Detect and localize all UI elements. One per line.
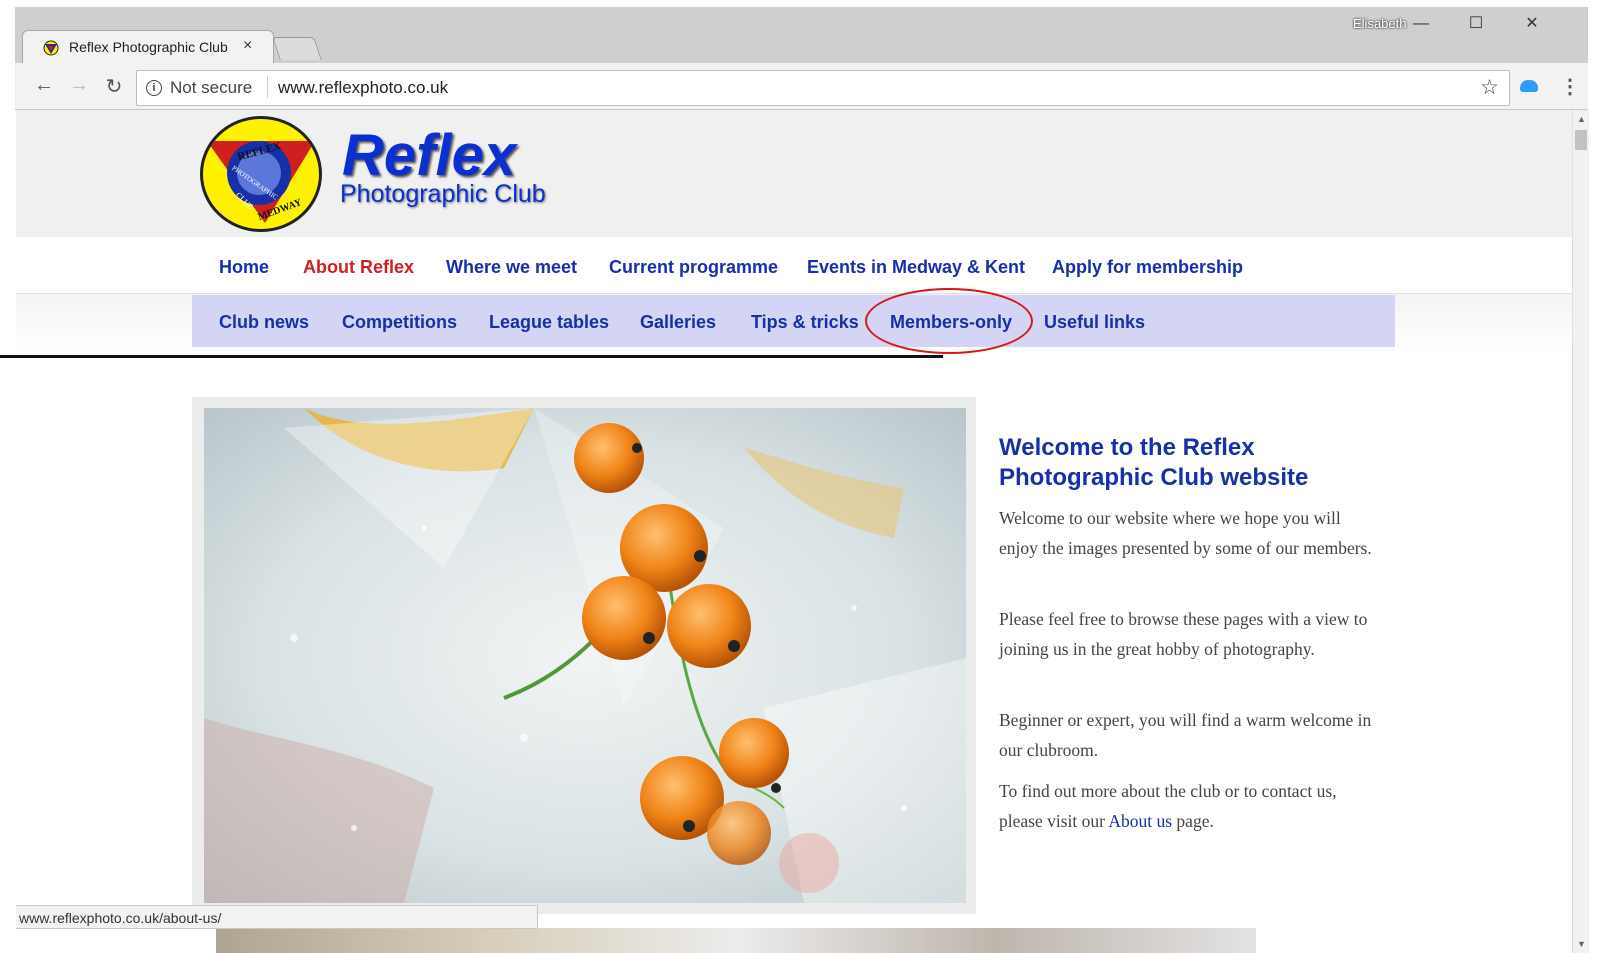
welcome-heading: Welcome to the Reflex Photographic Club … [999,434,1309,491]
tab-close-icon[interactable]: × [243,37,252,55]
nav-events[interactable]: Events in Medway & Kent [807,257,1025,278]
forward-arrow-icon[interactable]: → [67,74,91,97]
reload-icon[interactable]: ↻ [102,74,126,99]
hero-photo [204,408,966,903]
about-us-link[interactable]: About us [1108,811,1172,831]
scroll-down-arrow-icon[interactable]: ▼ [1577,939,1586,949]
annotation-underline [0,355,943,358]
profile-name[interactable]: Elisabeth [1353,16,1406,31]
status-bar-url: www.reflexphoto.co.uk/about-us/ [16,905,538,929]
url-text[interactable]: www.reflexphoto.co.uk [278,78,448,98]
welcome-paragraph-4: To find out more about the club or to co… [999,776,1379,836]
next-section-peek [216,928,1256,953]
nav-about-reflex[interactable]: About Reflex [303,257,414,278]
nav-apply-membership[interactable]: Apply for membership [1052,257,1243,278]
site-logo-title[interactable]: Reflex [342,122,516,189]
cloud-extension-icon[interactable] [1520,80,1538,92]
omnibox-divider [267,76,268,98]
new-tab-button[interactable] [272,37,322,60]
sub-navigation: Club news Competitions League tables Gal… [192,295,1395,347]
nav-home[interactable]: Home [219,257,269,278]
subnav-galleries[interactable]: Galleries [640,312,716,333]
info-icon[interactable]: i [146,80,162,96]
main-navigation: Home About Reflex Where we meet Current … [16,237,1572,294]
welcome-paragraph-3: Beginner or expert, you will find a warm… [999,710,1372,760]
site-logo-subtitle[interactable]: Photographic Club [340,180,546,209]
contact-text-after: page. [1172,811,1214,831]
minimize-icon[interactable]: — [1406,12,1436,36]
page-scrollbar[interactable]: ▲ ▼ [1572,110,1589,953]
subnav-competitions[interactable]: Competitions [342,312,457,333]
site-header: REFLEX PHOTOGRAPHIC CLUB MEDWAY Reflex P… [16,110,1572,237]
members-only-highlight-annotation [865,288,1033,354]
close-window-icon[interactable]: ✕ [1517,12,1547,36]
welcome-paragraph-1: Welcome to our website where we hope you… [999,508,1372,558]
tab-title: Reflex Photographic Club [69,39,228,55]
subnav-useful-links[interactable]: Useful links [1044,312,1145,333]
subnav-tips-tricks[interactable]: Tips & tricks [751,312,859,333]
nav-where-we-meet[interactable]: Where we meet [446,257,577,278]
welcome-paragraph-2: Please feel free to browse these pages w… [999,609,1368,659]
club-logo[interactable]: REFLEX PHOTOGRAPHIC CLUB MEDWAY [200,116,322,232]
scroll-up-arrow-icon[interactable]: ▲ [1577,114,1586,124]
subnav-club-news[interactable]: Club news [219,312,309,333]
address-bar[interactable]: i Not secure www.reflexphoto.co.uk ☆ [136,70,1510,106]
maximize-icon[interactable]: ☐ [1461,12,1491,36]
reflex-favicon-icon [43,40,59,56]
bookmark-star-icon[interactable]: ☆ [1480,75,1499,100]
back-arrow-icon[interactable]: ← [32,74,56,97]
scroll-thumb[interactable] [1575,130,1587,150]
browser-menu-icon[interactable]: ⋮ [1560,74,1580,99]
security-label[interactable]: Not secure [170,78,252,98]
page-viewport: REFLEX PHOTOGRAPHIC CLUB MEDWAY Reflex P… [16,110,1572,953]
browser-tab[interactable]: Reflex Photographic Club × [22,30,274,65]
subnav-league-tables[interactable]: League tables [489,312,609,333]
nav-current-programme[interactable]: Current programme [609,257,778,278]
